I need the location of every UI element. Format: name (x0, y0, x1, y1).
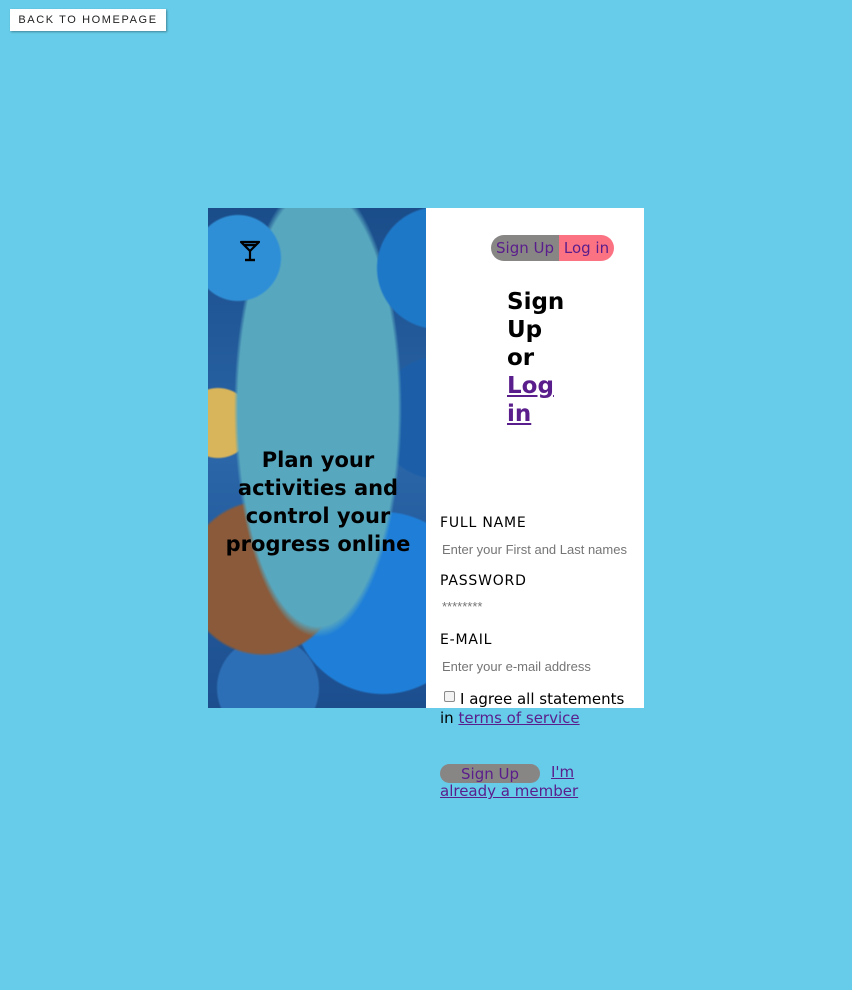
terms-of-service-link[interactable]: terms of service (458, 709, 579, 727)
back-to-homepage-button[interactable]: BACK TO HOMEPAGE (10, 9, 166, 31)
hero-image-panel: Plan your activities and control your pr… (208, 208, 426, 708)
full-name-input[interactable] (440, 541, 644, 558)
email-input[interactable] (440, 658, 644, 675)
already-member-link[interactable]: I'm already a member (440, 763, 578, 800)
password-label: PASSWORD (440, 573, 527, 589)
full-name-label: FULL NAME (440, 515, 527, 531)
form-heading: Sign Up or Log in (507, 288, 577, 428)
signup-card: Plan your activities and control your pr… (208, 208, 644, 708)
member-link-line: I'm already a member (440, 763, 620, 801)
email-label: E-MAIL (440, 632, 493, 648)
agree-statement: I agree all statements in terms of servi… (440, 690, 630, 728)
cocktail-icon (240, 240, 260, 262)
tagline: Plan your activities and control your pr… (225, 448, 411, 556)
password-input[interactable] (440, 598, 644, 615)
toggle-signup-tab[interactable]: Sign Up (491, 235, 559, 261)
toggle-login-tab[interactable]: Log in (559, 235, 614, 261)
form-panel: Sign Up Log in Sign Up or Log in FULL NA… (426, 208, 644, 708)
signup-login-toggle: Sign Up Log in (491, 235, 614, 261)
heading-login-link[interactable]: Log in (507, 372, 577, 428)
heading-text: Sign Up or (507, 289, 565, 371)
